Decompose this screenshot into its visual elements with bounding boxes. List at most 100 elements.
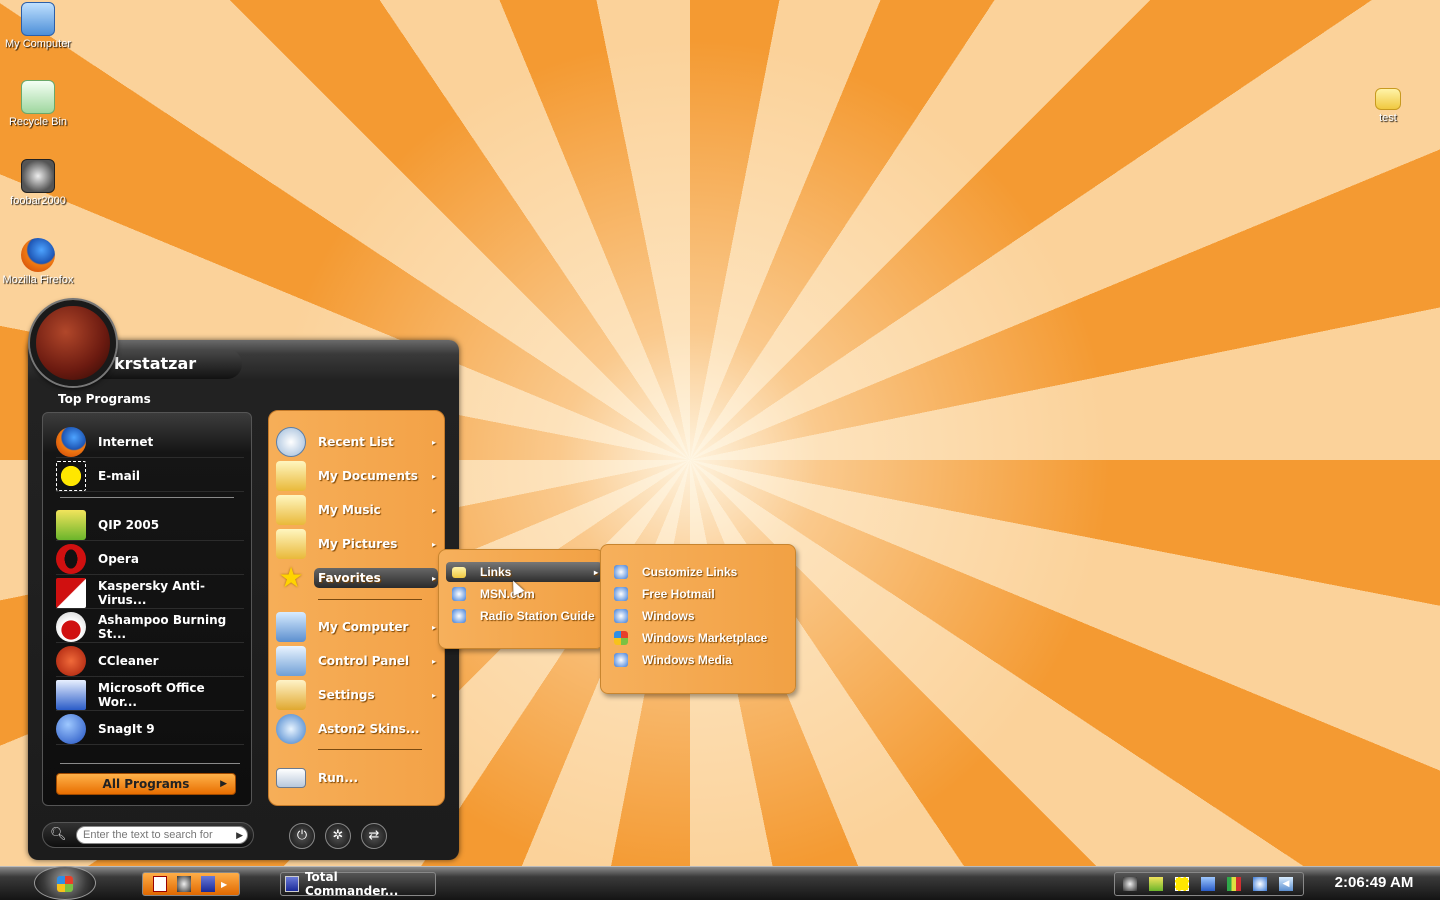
links-item-windows[interactable]: Windows: [614, 606, 695, 626]
favorites-item-radio-guide[interactable]: Radio Station Guide: [452, 606, 595, 626]
chevron-right-icon: ▸: [431, 437, 436, 447]
place-label: Settings: [318, 688, 375, 702]
recycle-bin-icon: [21, 80, 55, 114]
all-programs-button[interactable]: All Programs ▶: [56, 773, 236, 795]
places-divider: [318, 749, 422, 750]
place-my-computer[interactable]: My Computer ▸: [276, 611, 440, 643]
desktop-icon-recycle-bin[interactable]: Recycle Bin: [0, 80, 76, 128]
place-favorites[interactable]: ★ Favorites ▸: [276, 562, 440, 594]
firefox-icon: [56, 426, 86, 457]
program-label: CCleaner: [98, 653, 159, 668]
chevron-right-icon: ▸: [431, 471, 436, 481]
favorites-item-links[interactable]: Links ▸: [452, 562, 600, 582]
place-my-pictures[interactable]: My Pictures ▸: [276, 528, 440, 560]
snagit-icon: [56, 713, 86, 744]
ie-link-icon: [614, 587, 628, 601]
place-label: Run...: [318, 771, 359, 785]
power-icon[interactable]: ⏻: [289, 823, 315, 849]
programs-divider: [60, 763, 240, 764]
place-label: Favorites: [314, 568, 438, 588]
alien-skull-icon[interactable]: [177, 876, 191, 892]
chart-icon[interactable]: [1227, 877, 1241, 891]
place-label: My Computer: [318, 620, 409, 634]
chevron-right-icon: ▸: [431, 573, 436, 583]
programs-divider: [60, 497, 234, 498]
control-panel-icon: [276, 646, 306, 676]
ie-link-icon: [452, 609, 466, 623]
settings-icon: [276, 680, 306, 710]
place-aston2-skins[interactable]: Aston2 Skins...: [276, 713, 440, 745]
search-input[interactable]: Enter the text to search for ▶: [76, 826, 248, 844]
task-label: Total Commander...: [304, 870, 399, 898]
chevron-right-icon[interactable]: ▶: [221, 880, 227, 889]
desktop-icon-my-computer[interactable]: My Computer: [0, 2, 76, 50]
folder-icon: [1375, 88, 1401, 110]
task-total-commander[interactable]: Total Commander...: [280, 870, 436, 898]
clock-icon: [276, 427, 306, 457]
desktop-icon-label: Recycle Bin: [8, 116, 68, 128]
place-recent-list[interactable]: Recent List ▸: [276, 426, 440, 458]
taskbar-clock[interactable]: 2:06:49 AM: [1316, 874, 1432, 891]
links-item-free-hotmail[interactable]: Free Hotmail: [614, 584, 715, 604]
user-avatar[interactable]: [30, 300, 116, 386]
ie-link-icon: [452, 587, 466, 601]
place-settings[interactable]: Settings ▸: [276, 679, 440, 711]
program-item-opera[interactable]: Opera: [56, 543, 244, 575]
desktop-icon-test-folder[interactable]: test: [1350, 84, 1426, 124]
links-item-windows-marketplace[interactable]: Windows Marketplace: [614, 628, 767, 648]
program-item-word[interactable]: Microsoft Office Wor...: [56, 679, 244, 711]
program-item-ashampoo[interactable]: Ashampoo Burning St...: [56, 611, 244, 643]
windows-logo-icon: [614, 631, 628, 645]
place-my-music[interactable]: My Music ▸: [276, 494, 440, 526]
chevron-right-icon: ▸: [431, 690, 436, 700]
program-item-ccleaner[interactable]: CCleaner: [56, 645, 244, 677]
system-tray: ◀: [1114, 872, 1304, 896]
folder-icon: [452, 566, 466, 578]
network-icon[interactable]: [1201, 877, 1215, 891]
alien-skull-icon[interactable]: [1123, 877, 1137, 891]
program-label: E-mail: [98, 468, 141, 483]
volume-icon[interactable]: ◀: [1279, 877, 1293, 891]
chevron-right-icon: ▸: [431, 539, 436, 549]
sleep-icon[interactable]: ✲: [325, 823, 351, 849]
quick-launch-bar: ▶: [142, 872, 240, 896]
program-label: Kaspersky Anti-Virus...: [98, 578, 205, 607]
links-item-customize[interactable]: Customize Links: [614, 562, 737, 582]
qip-icon: [56, 509, 86, 540]
place-label: Recent List: [318, 435, 394, 449]
pdf-icon[interactable]: [153, 876, 167, 892]
start-button[interactable]: [34, 866, 96, 900]
alien-skull-icon: [21, 159, 55, 193]
program-item-email[interactable]: E-mail: [56, 460, 244, 492]
batman-mail-icon[interactable]: [1175, 877, 1189, 891]
skins-icon: [276, 714, 306, 744]
program-item-qip[interactable]: QIP 2005: [56, 509, 244, 541]
program-item-kaspersky[interactable]: Kaspersky Anti-Virus...: [56, 577, 244, 609]
desktop-icon-foobar2000[interactable]: foobar2000: [0, 159, 76, 207]
desktop-icon-firefox[interactable]: Mozilla Firefox: [0, 238, 76, 286]
submenu-label: Links: [480, 565, 512, 579]
antivirus-icon[interactable]: [1253, 877, 1267, 891]
search-icon[interactable]: 🔍︎: [50, 827, 70, 843]
ie-link-icon: [614, 565, 628, 579]
place-label: Aston2 Skins...: [318, 722, 420, 736]
desktop-icon-label: test: [1379, 112, 1397, 124]
place-label: Control Panel: [318, 654, 410, 668]
floppy-icon: [285, 876, 299, 892]
program-item-snagit[interactable]: SnagIt 9: [56, 713, 244, 745]
floppy-icon[interactable]: [201, 876, 215, 892]
submenu-label: MSN.com: [480, 587, 535, 601]
batman-mail-icon: [56, 460, 86, 491]
submenu-label: Windows Marketplace: [642, 631, 768, 645]
place-control-panel[interactable]: Control Panel ▸: [276, 645, 440, 677]
program-label: QIP 2005: [98, 517, 160, 532]
program-item-internet[interactable]: Internet: [56, 426, 244, 458]
qip-icon[interactable]: [1149, 877, 1163, 891]
switch-user-icon[interactable]: ⇄: [361, 823, 387, 849]
place-run[interactable]: Run...: [276, 762, 440, 794]
links-item-windows-media[interactable]: Windows Media: [614, 650, 732, 670]
place-my-documents[interactable]: My Documents ▸: [276, 460, 440, 492]
desktop-icon-label: foobar2000: [10, 195, 66, 207]
documents-folder-icon: [276, 461, 306, 491]
computer-icon: [276, 612, 306, 642]
